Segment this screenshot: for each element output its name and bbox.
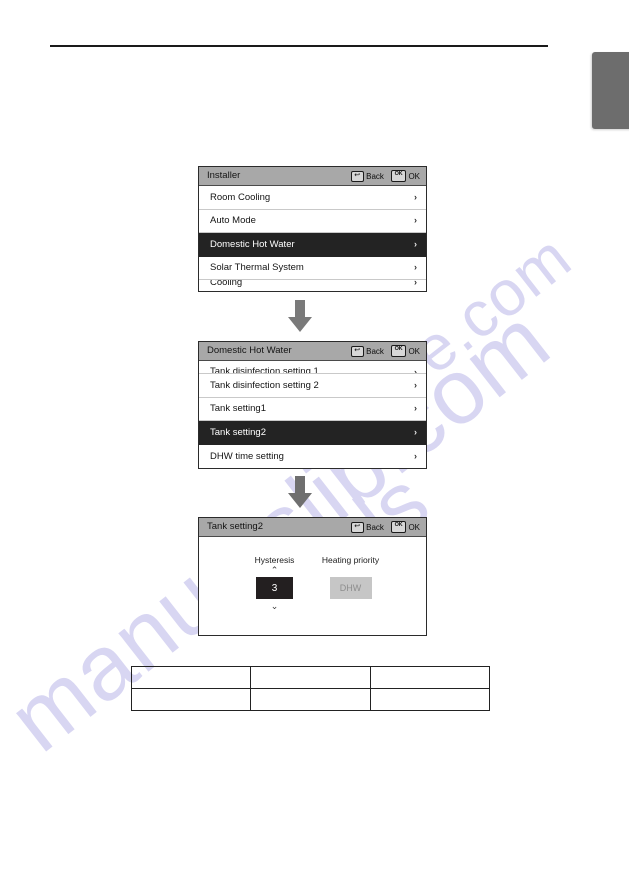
menu-item-tank-setting2[interactable]: Tank setting2 › — [199, 421, 426, 445]
ok-icon: OK — [390, 521, 406, 533]
menu-item-label: Room Cooling — [210, 191, 271, 203]
table-cell — [130, 688, 252, 711]
ok-key-label: OK — [408, 346, 420, 356]
menu-item-label: Auto Mode — [210, 215, 256, 226]
setting-heating-priority: Heating priority DHW — [320, 545, 382, 611]
menu-item-dhw-time-setting[interactable]: DHW time setting › — [199, 444, 426, 468]
chevron-up-icon[interactable]: ⌃ — [271, 565, 279, 575]
table-row — [130, 666, 491, 689]
menu-item-label: Tank disinfection setting 2 — [210, 379, 319, 391]
menu-item-domestic-hot-water[interactable]: Domestic Hot Water › — [199, 233, 426, 257]
chevron-right-icon: › — [414, 403, 417, 414]
header-key-group: ↩ Back OK OK — [350, 521, 420, 533]
back-icon: ↩ — [350, 345, 364, 357]
back-key-label: Back — [366, 171, 384, 181]
setting-hysteresis: Hysteresis ⌃ 3 ⌄ — [244, 545, 306, 611]
ok-key[interactable]: OK OK — [390, 345, 420, 357]
menu-item-tank-disinfection-setting-2[interactable]: Tank disinfection setting 2 › — [199, 374, 426, 398]
back-icon: ↩ — [350, 521, 364, 533]
header-key-group: ↩ Back OK OK — [350, 345, 420, 357]
parameter-table — [130, 666, 491, 711]
chevron-right-icon: › — [414, 426, 417, 437]
menu-item-label: Solar Thermal System — [210, 262, 304, 273]
ok-key-label: OK — [408, 171, 420, 181]
chevron-right-icon: › — [414, 191, 417, 202]
panel-header: Domestic Hot Water ↩ Back OK OK — [199, 342, 426, 361]
menu-item-tank-setting1[interactable]: Tank setting1 › — [199, 397, 426, 421]
setting-label: Heating priority — [321, 555, 380, 565]
page-side-tab — [592, 52, 629, 129]
table-cell — [250, 666, 371, 689]
chevron-right-icon: › — [414, 215, 417, 226]
panel-title: Tank setting2 — [207, 521, 263, 533]
back-icon: ↩ — [350, 170, 364, 182]
ok-icon: OK — [390, 170, 406, 182]
table-cell — [369, 666, 491, 689]
table-row — [130, 688, 491, 711]
menu-item-room-cooling[interactable]: Room Cooling › — [199, 186, 426, 210]
menu-item-label: Tank disinfection setting 1 — [210, 366, 319, 374]
flow-arrow-down — [287, 300, 313, 333]
chevron-right-icon: › — [414, 238, 417, 249]
back-key-label: Back — [366, 346, 384, 356]
ok-icon: OK — [390, 345, 406, 357]
panel-title: Domestic Hot Water — [207, 345, 292, 357]
setting-label: Hysteresis — [254, 555, 295, 565]
back-key[interactable]: ↩ Back — [350, 345, 384, 357]
menu-item-label: Tank setting1 — [210, 403, 266, 414]
ok-key-label: OK — [408, 522, 420, 532]
settings-grid: Hysteresis ⌃ 3 ⌄ Heating priority DHW — [199, 545, 426, 611]
panel-header: Installer ↩ Back OK OK — [199, 167, 426, 186]
page-header-rule — [50, 45, 548, 47]
chevron-right-icon: › — [414, 280, 417, 287]
panel-header: Tank setting2 ↩ Back OK OK — [199, 518, 426, 537]
chevron-right-icon: › — [414, 450, 417, 461]
chevron-right-icon: › — [414, 379, 417, 390]
menu-item-label: Cooling — [210, 280, 243, 288]
table-cell — [250, 688, 371, 711]
menu-item-partially-visible[interactable]: Cooling › — [199, 280, 426, 291]
menu-item-label: Domestic Hot Water — [210, 238, 295, 250]
back-key[interactable]: ↩ Back — [350, 170, 384, 182]
settings-area: Hysteresis ⌃ 3 ⌄ Heating priority DHW — [199, 537, 426, 635]
menu-item-label: DHW time setting — [210, 450, 284, 462]
table-cell — [130, 666, 252, 689]
screen-domestic-hot-water: Domestic Hot Water ↩ Back OK OK Tank dis… — [198, 341, 427, 469]
menu-item-auto-mode[interactable]: Auto Mode › — [199, 209, 426, 233]
menu-item-solar-thermal-system[interactable]: Solar Thermal System › — [199, 256, 426, 280]
ok-key[interactable]: OK OK — [390, 521, 420, 533]
hysteresis-value[interactable]: 3 — [256, 577, 293, 599]
menu-item-tank-disinfection-setting-1[interactable]: Tank disinfection setting 1 › — [199, 361, 426, 374]
back-key[interactable]: ↩ Back — [350, 521, 384, 533]
screen-tank-setting2: Tank setting2 ↩ Back OK OK Hysteresis ⌃ … — [198, 517, 427, 636]
panel-title: Installer — [207, 170, 241, 182]
header-key-group: ↩ Back OK OK — [350, 170, 420, 182]
table-cell — [369, 688, 491, 711]
ok-key[interactable]: OK OK — [390, 170, 420, 182]
flow-arrow-down — [287, 476, 313, 509]
chevron-down-icon[interactable]: ⌄ — [271, 601, 279, 611]
menu-item-label: Tank setting2 — [210, 426, 266, 438]
chevron-right-icon: › — [414, 262, 417, 273]
heating-priority-value[interactable]: DHW — [329, 577, 372, 599]
menu-list: Tank disinfection setting 1 › Tank disin… — [199, 361, 426, 468]
screen-installer: Installer ↩ Back OK OK Room Cooling › Au… — [198, 166, 427, 292]
back-key-label: Back — [366, 522, 384, 532]
menu-list: Room Cooling › Auto Mode › Domestic Hot … — [199, 186, 426, 291]
